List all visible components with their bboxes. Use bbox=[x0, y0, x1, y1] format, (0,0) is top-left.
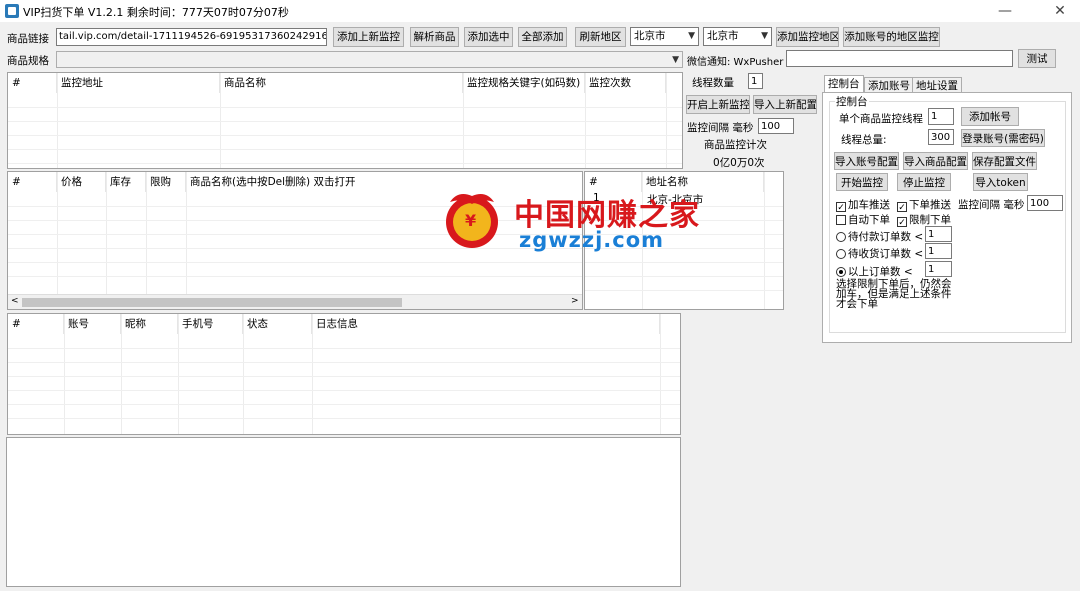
maximize-button[interactable] bbox=[1005, 0, 1035, 22]
column-header[interactable]: 商品名称(选中按Del删除) 双击打开 bbox=[186, 172, 582, 192]
chevron-down-icon: ▼ bbox=[672, 55, 679, 65]
start-monitor-button[interactable]: 开始监控 bbox=[836, 173, 888, 191]
parse-product-button[interactable]: 解析商品 bbox=[410, 27, 459, 47]
limit-order-label: 限制下单 bbox=[909, 214, 951, 226]
monitor-table[interactable]: # 监控地址 商品名称 监控规格关键字(如码数) 监控次数 bbox=[7, 72, 683, 169]
chevron-down-icon: ▼ bbox=[688, 31, 695, 41]
add-monitor-button[interactable]: 添加上新监控 bbox=[333, 27, 404, 47]
column-header[interactable]: 监控次数 bbox=[585, 73, 666, 93]
total-thread-label: 线程总量: bbox=[841, 134, 887, 146]
account-table[interactable]: # 账号 昵称 手机号 状态 日志信息 bbox=[7, 313, 681, 435]
console-panel: 控制台 单个商品监控线程 1 添加帐号 线程总量: 300 登录账号(需密码) … bbox=[822, 92, 1072, 343]
login-account-button[interactable]: 登录账号(需密码) bbox=[961, 129, 1045, 147]
add-region-monitor-button[interactable]: 添加监控地区 bbox=[776, 27, 839, 47]
import-token-button[interactable]: 导入token bbox=[973, 173, 1028, 191]
monitor-interval-label: 监控间隔 毫秒 bbox=[687, 122, 754, 134]
add-all-button[interactable]: 全部添加 bbox=[518, 27, 567, 47]
total-thread-input[interactable]: 300 bbox=[928, 129, 954, 145]
pending-pay-input[interactable]: 1 bbox=[925, 226, 952, 242]
column-header[interactable]: 昵称 bbox=[121, 314, 178, 334]
column-header[interactable]: # bbox=[8, 73, 57, 93]
add-selected-button[interactable]: 添加选中 bbox=[464, 27, 513, 47]
watermark-en-text: zgwzzj.com bbox=[519, 228, 665, 252]
cart-push-checkbox[interactable]: ✓ 加车推送 bbox=[836, 197, 890, 213]
import-account-config-button[interactable]: 导入账号配置 bbox=[834, 152, 899, 170]
cart-push-label: 加车推送 bbox=[848, 199, 890, 211]
order-push-checkbox[interactable]: ✓ 下单推送 bbox=[897, 197, 951, 213]
console-group-title: 控制台 bbox=[835, 94, 869, 109]
column-header[interactable]: 价格 bbox=[57, 172, 106, 192]
pending-receive-radio[interactable]: 待收货订单数 < bbox=[836, 246, 923, 261]
refresh-region-button[interactable]: 刷新地区 bbox=[575, 27, 626, 47]
coin-symbol: ¥ bbox=[465, 211, 477, 230]
app-icon bbox=[5, 4, 19, 18]
column-header[interactable]: 监控地址 bbox=[57, 73, 220, 93]
import-new-config-button[interactable]: 导入上新配置 bbox=[753, 95, 817, 114]
column-header[interactable]: # bbox=[8, 314, 64, 334]
thread-count-input[interactable]: 1 bbox=[748, 73, 763, 89]
column-header[interactable]: # bbox=[8, 172, 57, 192]
wechat-notify-label: 微信通知: WxPusher bbox=[687, 57, 784, 68]
monitor-count-label: 商品监控计次 bbox=[704, 139, 767, 151]
chevron-down-icon: ▼ bbox=[761, 31, 768, 41]
column-header[interactable]: 监控规格关键字(如码数) bbox=[463, 73, 585, 93]
monitor-count-value: 0亿0万0次 bbox=[713, 157, 765, 169]
single-thread-label: 单个商品监控线程 bbox=[839, 113, 923, 125]
title-bar: VIP扫货下单 V1.2.1 剩余时间：777天07时07分07秒 — ✕ bbox=[0, 0, 1080, 22]
city-select-1-value: 北京市 bbox=[634, 30, 666, 42]
log-textarea[interactable] bbox=[6, 437, 681, 587]
column-header[interactable]: 手机号 bbox=[178, 314, 243, 334]
wechat-notify-input[interactable] bbox=[786, 50, 1013, 67]
single-thread-input[interactable]: 1 bbox=[928, 108, 954, 125]
auto-order-checkbox[interactable]: 自动下单 bbox=[836, 212, 890, 227]
limit-order-note: 选择限制下单后，仍然会加车，但是满足上述条件才会下单 bbox=[836, 278, 952, 310]
pending-pay-label: 待付款订单数 < bbox=[848, 231, 924, 243]
test-button[interactable]: 测试 bbox=[1018, 49, 1056, 68]
column-header[interactable]: 限购 bbox=[146, 172, 186, 192]
tab-add-account[interactable]: 添加账号 bbox=[864, 77, 914, 93]
product-link-input[interactable]: tail.vip.com/detail-1711194526-691953173… bbox=[56, 28, 327, 46]
column-header[interactable]: # bbox=[585, 172, 642, 192]
watermark-logo: ¥ bbox=[436, 188, 508, 250]
column-header[interactable]: 日志信息 bbox=[312, 314, 660, 334]
above-orders-label: 以上订单数 < bbox=[848, 266, 913, 278]
pending-receive-input[interactable]: 1 bbox=[925, 243, 952, 259]
above-orders-radio[interactable]: 以上订单数 < bbox=[836, 264, 913, 279]
city-select-2-value: 北京市 bbox=[707, 30, 739, 42]
window-title: VIP扫货下单 V1.2.1 剩余时间：777天07时07分07秒 bbox=[23, 6, 289, 19]
column-header[interactable]: 商品名称 bbox=[220, 73, 463, 93]
chevron-right-icon[interactable]: > bbox=[571, 296, 579, 306]
product-link-label: 商品链接 bbox=[7, 33, 49, 45]
import-product-config-button[interactable]: 导入商品配置 bbox=[903, 152, 968, 170]
start-new-monitor-button[interactable]: 开启上新监控 bbox=[686, 95, 750, 114]
add-account-region-monitor-button[interactable]: 添加账号的地区监控 bbox=[843, 27, 940, 47]
scrollbar-thumb[interactable] bbox=[22, 298, 402, 307]
pending-pay-radio[interactable]: 待付款订单数 < bbox=[836, 229, 923, 244]
limit-order-checkbox[interactable]: ✓ 限制下单 bbox=[897, 212, 951, 228]
above-orders-input[interactable]: 1 bbox=[925, 261, 952, 277]
add-account-button[interactable]: 添加帐号 bbox=[961, 107, 1019, 126]
column-header[interactable]: 地址名称 bbox=[642, 172, 764, 192]
thread-count-label: 线程数量 bbox=[692, 77, 734, 89]
city-select-1[interactable]: 北京市 ▼ bbox=[630, 27, 699, 46]
console-interval-input[interactable]: 100 bbox=[1027, 195, 1063, 211]
tab-address-settings[interactable]: 地址设置 bbox=[912, 77, 962, 93]
pending-receive-label: 待收货订单数 < bbox=[848, 248, 924, 260]
close-button[interactable]: ✕ bbox=[1045, 0, 1075, 22]
column-header[interactable]: 库存 bbox=[106, 172, 146, 192]
tab-console[interactable]: 控制台 bbox=[824, 75, 864, 93]
column-header[interactable]: 账号 bbox=[64, 314, 121, 334]
chevron-left-icon[interactable]: < bbox=[11, 296, 19, 306]
save-config-button[interactable]: 保存配置文件 bbox=[972, 152, 1037, 170]
auto-order-label: 自动下单 bbox=[848, 214, 890, 226]
stop-monitor-button[interactable]: 停止监控 bbox=[897, 173, 951, 191]
spec-label: 商品规格 bbox=[7, 55, 49, 67]
monitor-interval-input[interactable]: 100 bbox=[758, 118, 794, 134]
console-interval-label: 监控间隔 毫秒 bbox=[958, 199, 1025, 211]
spec-select[interactable]: ▼ bbox=[56, 51, 683, 68]
column-header[interactable]: 状态 bbox=[243, 314, 312, 334]
horizontal-scrollbar[interactable]: < > bbox=[8, 294, 582, 309]
city-select-2[interactable]: 北京市 ▼ bbox=[703, 27, 772, 46]
order-push-label: 下单推送 bbox=[909, 199, 951, 211]
